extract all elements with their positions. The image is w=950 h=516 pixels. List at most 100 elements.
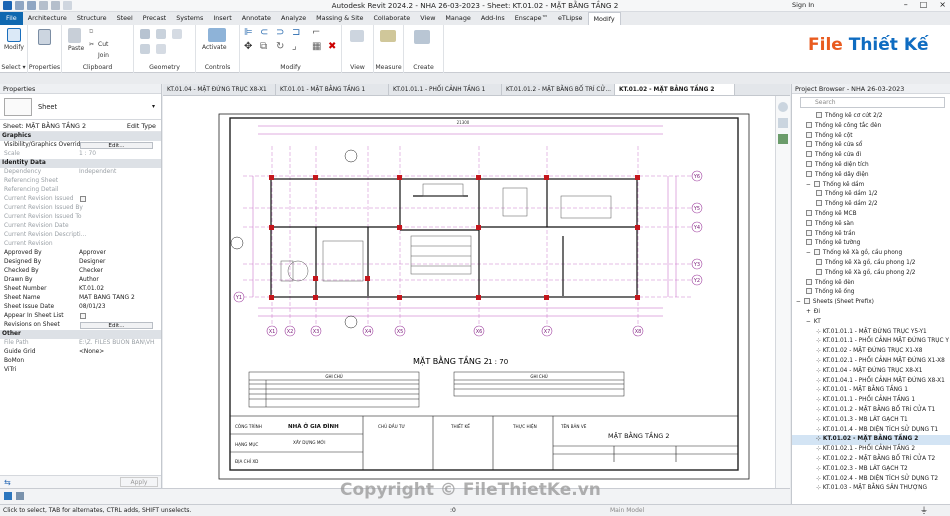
- select-group-label[interactable]: Select ▾: [0, 64, 27, 71]
- browser-search-input[interactable]: Search: [800, 97, 945, 108]
- property-value[interactable]: Author: [79, 276, 155, 285]
- property-value[interactable]: E:\Z. FILES BUON BAN\VH...: [79, 339, 155, 348]
- type-selector[interactable]: Sheet ▾: [0, 94, 161, 120]
- browser-item[interactable]: ⊹ KT.01.01.1 - PHỐI CẢNH TẦNG 1: [816, 396, 915, 406]
- browser-item[interactable]: ⊹ KT.01.03 - MẶT BẰNG SÂN THƯỢNG: [816, 484, 927, 494]
- grid-bubble-y3[interactable]: Y3: [691, 258, 703, 270]
- property-category[interactable]: Other: [0, 330, 161, 339]
- property-value[interactable]: Checker: [79, 267, 155, 276]
- instance-selector[interactable]: Sheet: MẶT BẰNG TẦNG 2 Edit Type: [0, 120, 161, 132]
- property-value[interactable]: Designer: [79, 258, 155, 267]
- trim-icon[interactable]: ⌐: [312, 27, 320, 38]
- expand-toggle-icon[interactable]: −: [796, 299, 801, 305]
- browser-item[interactable]: − Thống kê dầm: [806, 180, 864, 191]
- browser-item[interactable]: Thống kê Xà gồ, cầu phong 2/2: [816, 268, 915, 279]
- edit-button[interactable]: Edit...: [80, 322, 153, 329]
- property-value[interactable]: <None>: [79, 348, 155, 357]
- status-worksets[interactable]: :0: [450, 505, 456, 516]
- property-category[interactable]: Identity Data: [0, 159, 161, 168]
- close-icon[interactable]: ×: [939, 0, 946, 9]
- browser-item[interactable]: Thống kê diện tích: [806, 161, 869, 171]
- property-value[interactable]: 1 : 70: [79, 150, 155, 159]
- activate-label[interactable]: Activate: [202, 44, 227, 51]
- properties-icon[interactable]: [38, 29, 51, 45]
- grid-bubble-x5[interactable]: X5: [394, 325, 406, 337]
- property-value[interactable]: KT.01.02: [79, 285, 155, 294]
- sheet-selector-label[interactable]: Sheet: MẶT BẰNG TẦNG 2: [3, 122, 86, 130]
- property-value[interactable]: MẶT BẰNG TẦNG 2: [79, 294, 155, 303]
- copy-icon[interactable]: ⧉: [260, 41, 267, 52]
- grid-bubble-x1[interactable]: X1: [266, 325, 278, 337]
- view-scale-icon[interactable]: [16, 492, 24, 500]
- grid-bubble-x4[interactable]: X4: [362, 325, 374, 337]
- browser-item[interactable]: Thống kê Xà gồ, cầu phong 1/2: [816, 259, 915, 269]
- ribbon-tab-add-ins[interactable]: Add-Ins: [476, 12, 510, 25]
- ribbon-tab-massing-site[interactable]: Massing & Site: [311, 12, 368, 25]
- browser-item[interactable]: ⊹ KT.01.01.4 - MB DIỆN TÍCH SỬ DỤNG T1: [816, 426, 938, 436]
- cope-icon[interactable]: [140, 29, 150, 39]
- ribbon-tab-annotate[interactable]: Annotate: [237, 12, 276, 25]
- edit-button[interactable]: Edit...: [80, 142, 153, 149]
- view-tab[interactable]: KT.01.02 - MẶT BẰNG TẦNG 2: [615, 84, 735, 95]
- property-checkbox[interactable]: [80, 196, 86, 202]
- grid-bubble-x3[interactable]: X3: [310, 325, 322, 337]
- browser-item[interactable]: − KT: [806, 318, 821, 328]
- apply-button[interactable]: Apply: [120, 477, 158, 487]
- browser-item[interactable]: Thống kê sàn: [806, 219, 854, 230]
- property-category[interactable]: Graphics: [0, 132, 161, 141]
- maximize-icon[interactable]: □: [920, 0, 928, 9]
- split-face-icon[interactable]: [156, 44, 166, 54]
- browser-item[interactable]: Thống kê cơ cứt 2/2: [816, 112, 882, 122]
- mirror-icon[interactable]: ⊃: [276, 27, 284, 38]
- ribbon-tab-manage[interactable]: Manage: [440, 12, 475, 25]
- browser-item[interactable]: Thống kê cột: [806, 131, 853, 142]
- create-icon[interactable]: [414, 30, 430, 44]
- activate-icon[interactable]: [208, 28, 226, 42]
- cut-icon[interactable]: ✂: [89, 41, 94, 48]
- measure-icon[interactable]: [380, 30, 396, 42]
- array-icon[interactable]: ▦: [312, 41, 321, 52]
- grid-bubble-y6[interactable]: Y6: [691, 170, 703, 182]
- join-geometry-icon[interactable]: [172, 29, 182, 39]
- browser-item[interactable]: Thống kê đèn: [806, 278, 854, 289]
- ribbon-tab-view[interactable]: View: [415, 12, 440, 25]
- property-value[interactable]: Approver: [79, 249, 155, 258]
- grid-bubble-x8[interactable]: X8: [632, 325, 644, 337]
- browser-item[interactable]: ⊹ KT.01.01.1 - PHỐI CẢNH MẶT ĐỨNG TRỤC Y: [816, 337, 949, 347]
- sign-in-button[interactable]: Sign In: [792, 1, 814, 9]
- properties-help-icon[interactable]: ⇆: [4, 478, 11, 487]
- delete-icon[interactable]: ✖: [328, 41, 336, 52]
- expand-toggle-icon[interactable]: +: [806, 309, 811, 315]
- ribbon-tab-steel[interactable]: Steel: [112, 12, 138, 25]
- cut-geometry-icon[interactable]: [156, 29, 166, 39]
- browser-item[interactable]: ⊹ KT.01.02.4 - MB DIỆN TÍCH SỬ DỤNG T2: [816, 475, 938, 485]
- property-value[interactable]: Independent: [79, 168, 155, 177]
- zoom-icon[interactable]: [778, 118, 788, 128]
- modify-icon[interactable]: [7, 28, 21, 42]
- browser-item[interactable]: − Sheets (Sheet Prefix): [796, 298, 874, 308]
- edit-type-button[interactable]: Edit Type: [127, 120, 156, 132]
- browser-item[interactable]: Thống kê tường: [806, 239, 860, 249]
- browser-item[interactable]: ⊹ KT.01.04 - MẶT ĐỨNG TRỤC X8-X1: [816, 367, 922, 377]
- drawing-canvas[interactable]: 21300 X1 X2 X3 X4 X5 X6 X7 X8 Y6 Y5 Y4 Y3 Y2 Y1 MẶT …: [163, 96, 775, 488]
- browser-item[interactable]: ⊹ KT.01.02 - MẶT BẰNG TẦNG 2: [792, 435, 950, 446]
- browser-item[interactable]: Thống kê công tắc đèn: [806, 121, 881, 132]
- cut-label[interactable]: Cut: [98, 41, 108, 48]
- minimize-icon[interactable]: –: [904, 0, 908, 9]
- ribbon-tab-architecture[interactable]: Architecture: [23, 12, 72, 25]
- view-tab[interactable]: KT.01.04 - MẶT ĐỨNG TRỤC X8-X1: [163, 84, 276, 95]
- browser-item[interactable]: Thống kê dầm 2/2: [816, 200, 878, 210]
- ribbon-tab-insert[interactable]: Insert: [208, 12, 236, 25]
- browser-item[interactable]: ⊹ KT.01.01.2 - MẶT BẰNG BỐ TRÍ CỬA T1: [816, 406, 935, 416]
- grid-bubble-x7[interactable]: X7: [541, 325, 553, 337]
- grid-bubble-x6[interactable]: X6: [473, 325, 485, 337]
- offset-icon[interactable]: ⊂: [260, 27, 268, 38]
- view-icon[interactable]: [350, 30, 364, 42]
- browser-item[interactable]: Thống kê cửa sổ: [806, 141, 862, 151]
- paste-icon[interactable]: [68, 28, 81, 43]
- view-tab[interactable]: KT.01.01 - MẶT BẰNG TẦNG 1: [276, 84, 389, 95]
- browser-item[interactable]: ⊹ KT.01.02 - MẶT ĐỨNG TRỤC X1-X8: [816, 347, 922, 357]
- expand-toggle-icon[interactable]: −: [806, 182, 811, 188]
- sheet-view-icon[interactable]: [4, 492, 12, 500]
- copy-label[interactable]: ⧉: [89, 28, 93, 36]
